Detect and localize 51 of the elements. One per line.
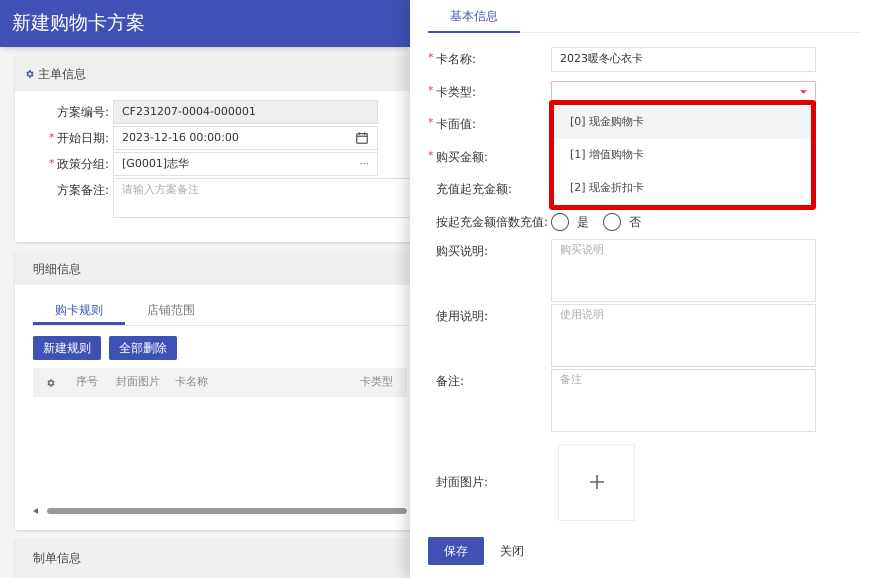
field-label: 卡面值:	[436, 116, 476, 134]
caret-icon	[800, 90, 807, 94]
dropdown-option[interactable]: [0] 现金购物卡	[554, 106, 811, 138]
section-title: 明细信息	[33, 260, 81, 278]
action-button[interactable]: 新建规则	[33, 336, 101, 360]
tab[interactable]: 店铺范围	[125, 297, 217, 326]
tab[interactable]: 基本信息	[428, 0, 520, 33]
lookup-field[interactable]: [G0001]志华 ···	[113, 152, 378, 176]
field-label: 方案编号:	[56, 104, 109, 122]
save-button[interactable]: 保存	[428, 536, 484, 564]
radio-label: 否	[629, 214, 641, 231]
field-label: 政策分组:	[56, 156, 109, 174]
calendar-icon[interactable]	[355, 131, 369, 146]
field-label: 卡类型:	[436, 84, 476, 101]
field-label: 购买说明:	[436, 242, 488, 260]
date-field[interactable]: 2023-12-16 00:00:00	[113, 126, 378, 150]
field-label: 卡名称:	[436, 51, 476, 68]
radio-label: 是	[577, 214, 589, 231]
action-button[interactable]: 全部删除	[109, 336, 177, 360]
field-label: 封面图片:	[436, 474, 488, 491]
required-mark: *	[48, 156, 54, 170]
gear-icon	[46, 378, 56, 388]
field-label: 购买金额:	[436, 148, 488, 166]
section-title: 制单信息	[33, 550, 81, 568]
radio-button[interactable]	[551, 213, 569, 231]
field-label: 使用说明:	[436, 308, 488, 324]
plus-icon	[590, 475, 604, 489]
field-label: 备注:	[436, 372, 464, 390]
required-mark: *	[428, 148, 434, 162]
required-mark: *	[428, 51, 434, 64]
close-button[interactable]: 关闭	[498, 536, 526, 564]
scroll-left-icon[interactable]	[33, 508, 39, 514]
radio-button[interactable]	[603, 213, 621, 231]
field-label: 开始日期:	[56, 130, 109, 148]
required-mark: *	[48, 130, 54, 144]
field-label: 方案备注:	[56, 182, 109, 200]
input-field[interactable]: CF231207-0004-000001	[113, 100, 378, 124]
input-field[interactable]: 2023暖冬心衣卡	[551, 46, 816, 72]
column-header: 封面图片	[116, 374, 161, 390]
field-label: 充值起充金额:	[436, 181, 512, 198]
scrollbar[interactable]	[47, 508, 407, 514]
gear-icon	[25, 68, 35, 79]
tab[interactable]: 购卡规则	[33, 297, 125, 326]
column-header: 序号	[76, 374, 99, 390]
column-header: 卡类型	[360, 374, 393, 390]
column-header: 卡名称	[175, 374, 209, 390]
required-mark: *	[428, 116, 434, 130]
field-label: 按起充金额倍数充值:	[436, 214, 548, 231]
required-mark: *	[428, 84, 434, 97]
section-title: 主单信息	[38, 66, 86, 83]
page-title: 新建购物卡方案	[12, 11, 145, 36]
